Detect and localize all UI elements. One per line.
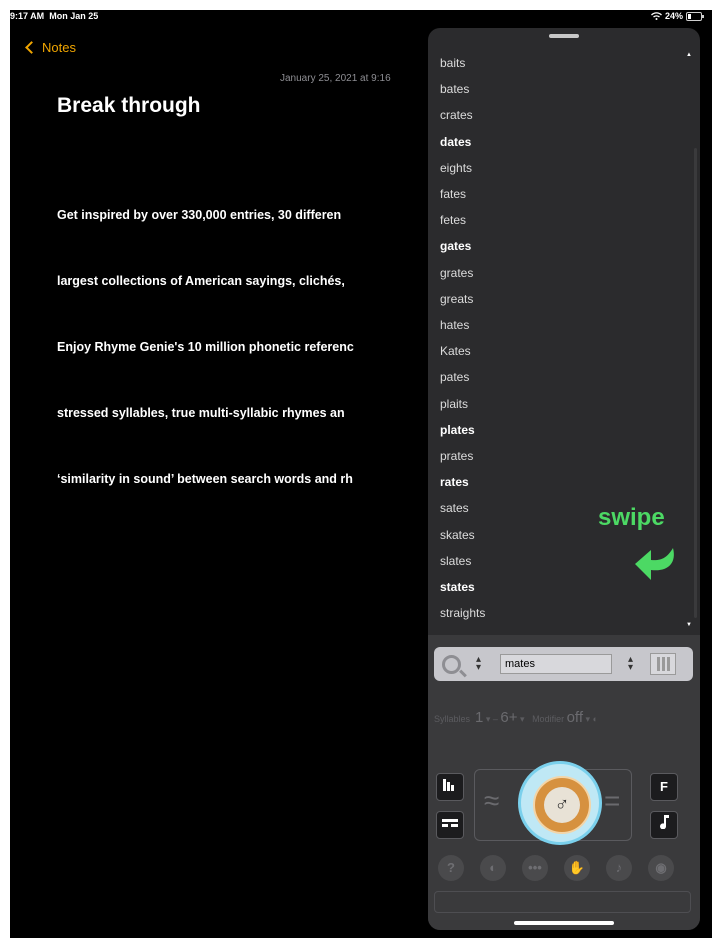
bar-chart-button[interactable] [436, 773, 464, 801]
modifier-label: Modifier [532, 714, 565, 724]
hand-icon[interactable]: ✋ [564, 855, 590, 881]
rhyme-list-scrollbar[interactable] [694, 148, 697, 618]
note-line[interactable]: ‘similarity in sound’ between search wor… [57, 472, 353, 486]
note-line[interactable]: Enjoy Rhyme Genie's 10 million phonetic … [57, 340, 354, 354]
rhyme-word[interactable]: hates [440, 318, 469, 332]
pattern-icon [442, 819, 458, 827]
battery-percent: 24% [664, 11, 683, 21]
scroll-down-arrow-icon[interactable]: ▼ [686, 622, 692, 628]
search-input[interactable] [500, 654, 612, 674]
rhyme-word[interactable]: straights [440, 606, 485, 620]
note-date: January 25, 2021 at 9:16 [280, 73, 391, 84]
swipe-arrow-icon [635, 548, 674, 580]
swipe-hint: swipe [598, 504, 665, 531]
home-indicator[interactable] [514, 921, 614, 925]
ipad-screen: 9:17 AM Mon Jan 25 24% Notes January 25,… [10, 10, 712, 938]
rhyme-word[interactable]: prates [440, 449, 473, 463]
wifi-icon [651, 12, 662, 20]
rhyme-word[interactable]: states [440, 580, 475, 594]
syllable-max[interactable]: 6+ [500, 709, 517, 726]
rhyme-word[interactable]: plaits [440, 397, 468, 411]
rhyme-word[interactable]: grates [440, 266, 473, 280]
rhyme-word[interactable]: greats [440, 292, 473, 306]
rhyme-word[interactable]: fates [440, 187, 466, 201]
rhyme-dial[interactable]: ♂ [518, 761, 602, 845]
bottom-text-field[interactable] [434, 891, 691, 913]
rhyme-word[interactable]: dates [440, 135, 471, 149]
rhyme-word[interactable]: eights [440, 161, 472, 175]
note-line[interactable]: Get inspired by over 330,000 entries, 30… [57, 208, 341, 222]
toggle-icon[interactable]: ◐ [480, 855, 506, 881]
rhyme-genie-panel: ▲ baits bates crates dates eights fates fetes g… [428, 28, 700, 930]
battery-icon [686, 11, 704, 21]
syllable-min[interactable]: 1 [475, 709, 483, 726]
rhyme-word[interactable]: crates [440, 108, 473, 122]
male-symbol-icon: ♂ [544, 787, 580, 823]
search-icon[interactable] [442, 655, 461, 674]
back-label: Notes [42, 40, 76, 55]
rhyme-word[interactable]: sates [440, 501, 469, 515]
bar-chart-icon [443, 779, 454, 791]
rhyme-word[interactable]: plates [440, 423, 475, 437]
search-value-stepper[interactable]: ▴ ▾ [628, 655, 633, 673]
search-mode-stepper[interactable]: ▴ ▾ [476, 655, 481, 673]
control-panel: ▴▾ ▴▾ Syllables 1 ▾ – 6+ ▾ Modifier off … [428, 635, 700, 930]
note-line[interactable]: largest collections of American sayings,… [57, 274, 345, 288]
dots-icon[interactable]: ••• [522, 855, 548, 881]
scroll-up-arrow-icon[interactable]: ▲ [686, 52, 692, 58]
rhyme-word[interactable]: skates [440, 528, 475, 542]
music-note-button[interactable] [650, 811, 678, 839]
f-button[interactable]: F [650, 773, 678, 801]
rhyme-word[interactable]: bates [440, 82, 469, 96]
equals-icon[interactable]: = [604, 785, 620, 817]
rhyme-word[interactable]: slates [440, 554, 471, 568]
rhyme-word[interactable]: pates [440, 370, 469, 384]
help-icon[interactable]: ? [438, 855, 464, 881]
rhyme-word[interactable]: gates [440, 239, 471, 253]
pattern-button[interactable] [436, 811, 464, 839]
syllable-options: Syllables 1 ▾ – 6+ ▾ Modifier off ▾ ◐ [434, 709, 598, 726]
chevron-left-icon [25, 41, 38, 54]
modifier-value[interactable]: off [567, 709, 583, 726]
sheet-grabber[interactable] [549, 34, 579, 38]
rhyme-word[interactable]: Kates [440, 344, 471, 358]
back-to-notes-button[interactable]: Notes [25, 40, 76, 55]
eye-icon[interactable]: ◉ [648, 855, 674, 881]
note-line[interactable]: stressed syllables, true multi-syllabic … [57, 406, 345, 420]
note-title[interactable]: Break through [57, 94, 201, 118]
note-area: Notes January 25, 2021 at 9:16 Break thr… [10, 10, 430, 938]
dial-ring: ♂ [533, 776, 591, 834]
search-bar: ▴▾ ▴▾ [434, 647, 693, 681]
approx-icon[interactable]: ≈ [484, 785, 499, 817]
syllables-label: Syllables [434, 714, 471, 724]
columns-icon[interactable] [650, 653, 676, 675]
rhyme-word[interactable]: rates [440, 475, 469, 489]
rhyme-word[interactable]: baits [440, 56, 465, 70]
status-indicators: 24% [651, 11, 704, 21]
rhyme-word[interactable]: fetes [440, 213, 466, 227]
music-note-icon [660, 815, 669, 830]
music-icon[interactable]: ♪ [606, 855, 632, 881]
